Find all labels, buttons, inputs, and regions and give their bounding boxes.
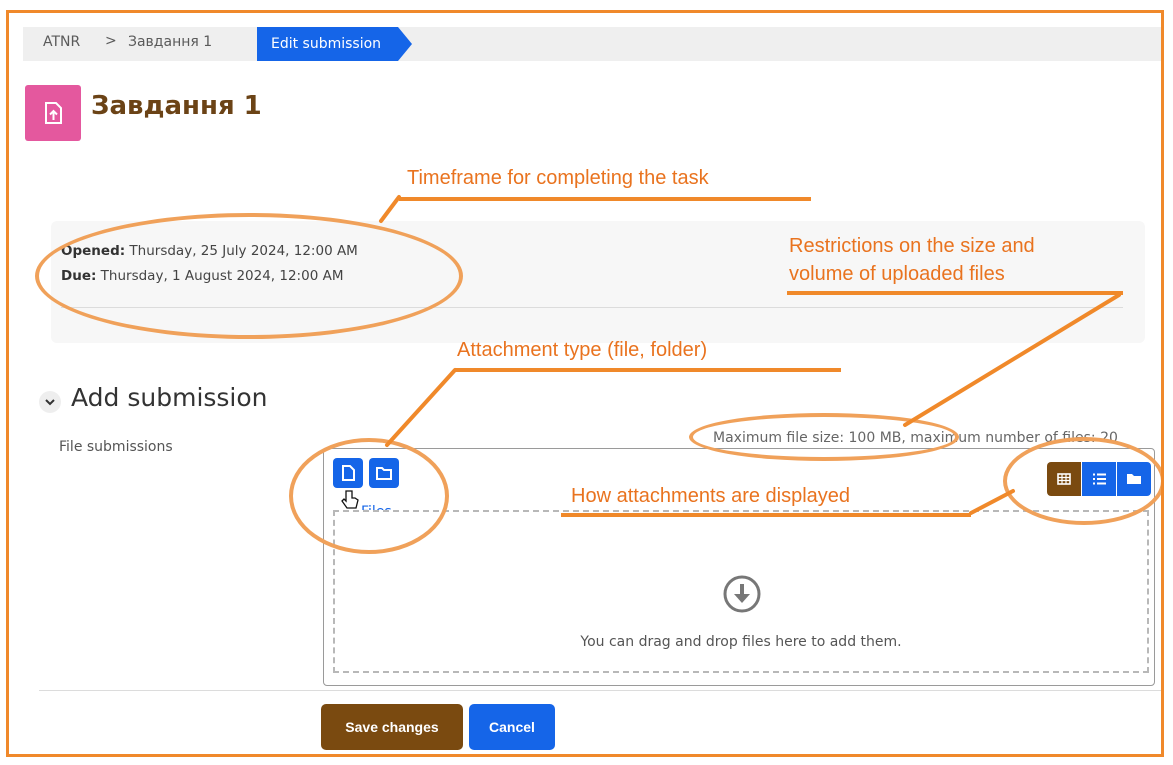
callout-leader-lines: [379, 195, 1121, 515]
annotated-screenshot-frame: ATNR > Завдання 1 Edit submission Завдан…: [6, 10, 1164, 757]
